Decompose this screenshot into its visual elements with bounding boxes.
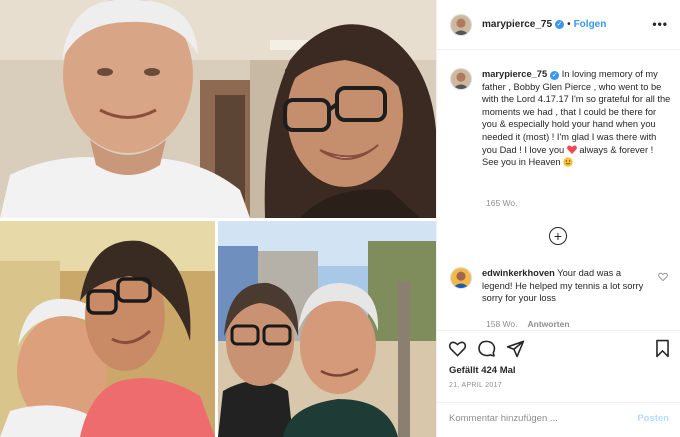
red-heart-emoji-icon xyxy=(566,145,577,154)
separator-dot: • xyxy=(567,19,571,30)
caption-username[interactable]: marypierce_75 xyxy=(482,69,547,79)
follow-button[interactable]: Folgen xyxy=(574,19,607,30)
post-media[interactable] xyxy=(0,0,436,437)
bookmark-icon[interactable] xyxy=(653,339,672,358)
photo-top xyxy=(0,0,436,218)
comment-username[interactable]: edwinkerkhoven xyxy=(482,268,555,278)
comment-age: 158 Wo. xyxy=(486,319,518,329)
load-more-comments-button[interactable]: + xyxy=(549,227,567,245)
action-icons xyxy=(448,339,525,358)
post-date: 21. APRIL 2017 xyxy=(449,382,502,389)
post-header: marypierce_75 ✓ • Folgen xyxy=(437,0,680,50)
avatar-icon[interactable] xyxy=(450,68,472,90)
avatar-icon[interactable] xyxy=(450,13,472,36)
comment-item: edwinkerkhoven Your dad was a legend! He… xyxy=(450,267,672,305)
photo-bottom-left xyxy=(0,221,215,437)
comment-input[interactable] xyxy=(449,413,619,424)
comment-meta: 158 Wo. Antworten xyxy=(486,319,570,329)
avatar-icon[interactable] xyxy=(450,267,472,289)
heart-icon[interactable] xyxy=(448,339,467,358)
verified-badge-icon: ✓ xyxy=(555,20,565,29)
comment-text: edwinkerkhoven Your dad was a legend! He… xyxy=(482,267,652,305)
caption-text: marypierce_75 ✓ In loving memory of my fa… xyxy=(482,68,672,169)
header-username[interactable]: marypierce_75 xyxy=(482,19,552,30)
bookmark-button[interactable] xyxy=(653,339,672,358)
more-options-icon[interactable]: ••• xyxy=(652,17,668,31)
post-actions: Gefällt 424 Mal 21. APRIL 2017 Posten xyxy=(437,330,680,437)
caption-age: 165 Wo. xyxy=(486,198,518,208)
photo-bottom-right xyxy=(218,221,436,437)
post-panel: marypierce_75 ✓ • Folgen ••• marypierce_… xyxy=(436,0,680,437)
add-comment-bar: Posten xyxy=(437,402,680,437)
comment-heart-icon[interactable] xyxy=(658,272,668,282)
post-comment-button[interactable]: Posten xyxy=(637,413,669,424)
caption-body: In loving memory of my father , Bobby Gl… xyxy=(482,69,671,155)
verified-badge-icon: ✓ xyxy=(550,71,560,80)
likes-count[interactable]: Gefällt 424 Mal xyxy=(449,365,516,376)
comment-icon[interactable] xyxy=(477,339,496,358)
reply-button[interactable]: Antworten xyxy=(528,319,570,329)
caption: marypierce_75 ✓ In loving memory of my fa… xyxy=(450,68,672,169)
share-icon[interactable] xyxy=(506,339,525,358)
smiling-face-emoji-icon xyxy=(563,157,573,167)
